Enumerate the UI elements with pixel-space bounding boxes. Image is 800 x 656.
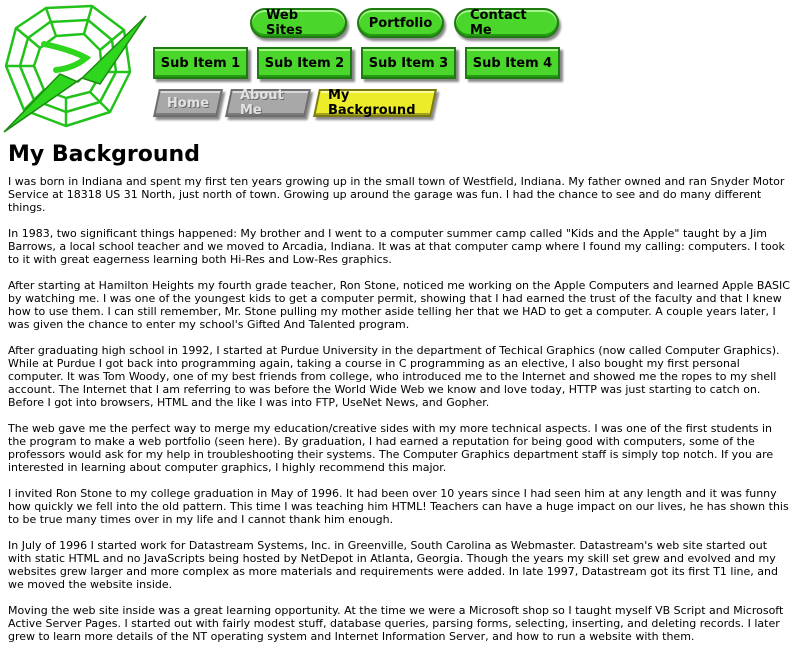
breadcrumb-my-background[interactable]: My Background: [313, 88, 437, 118]
breadcrumb-about-me[interactable]: About Me: [225, 88, 311, 118]
page-title: My Background: [8, 142, 200, 167]
breadcrumb-home-label: Home: [166, 95, 210, 111]
sub-item-1-button[interactable]: Sub Item 1: [153, 47, 248, 79]
paragraph: After starting at Hamilton Heights my fo…: [8, 279, 790, 331]
web-sites-button[interactable]: Web Sites: [250, 8, 347, 38]
paragraph: I invited Ron Stone to my college gradua…: [8, 487, 789, 526]
paragraph: In 1983, two significant things happened…: [8, 227, 785, 266]
contact-me-button[interactable]: Contact Me: [454, 8, 559, 38]
breadcrumb-my-background-label: My Background: [328, 88, 416, 118]
primary-nav: Web Sites Portfolio Contact Me: [250, 8, 559, 38]
sub-item-4-button[interactable]: Sub Item 4: [465, 47, 560, 79]
paragraph: The web gave me the perfect way to merge…: [8, 422, 774, 474]
site-logo[interactable]: [0, 0, 150, 140]
paragraph: Moving the web site inside was a great l…: [8, 604, 784, 643]
paragraph: In July of 1996 I started work for Datas…: [8, 539, 778, 591]
paragraph: I was born in Indiana and spent my first…: [8, 175, 785, 214]
sub-item-2-button[interactable]: Sub Item 2: [257, 47, 352, 79]
breadcrumb-home[interactable]: Home: [153, 89, 223, 117]
portfolio-button[interactable]: Portfolio: [357, 8, 444, 38]
sub-nav: Sub Item 1 Sub Item 2 Sub Item 3 Sub Ite…: [153, 47, 560, 79]
main-content: My Background I was born in Indiana and …: [8, 142, 792, 656]
breadcrumb: Home About Me My Background: [153, 88, 437, 118]
breadcrumb-about-me-label: About Me: [240, 88, 284, 118]
paragraph: After graduating high school in 1992, I …: [8, 344, 780, 409]
sub-item-3-button[interactable]: Sub Item 3: [361, 47, 456, 79]
